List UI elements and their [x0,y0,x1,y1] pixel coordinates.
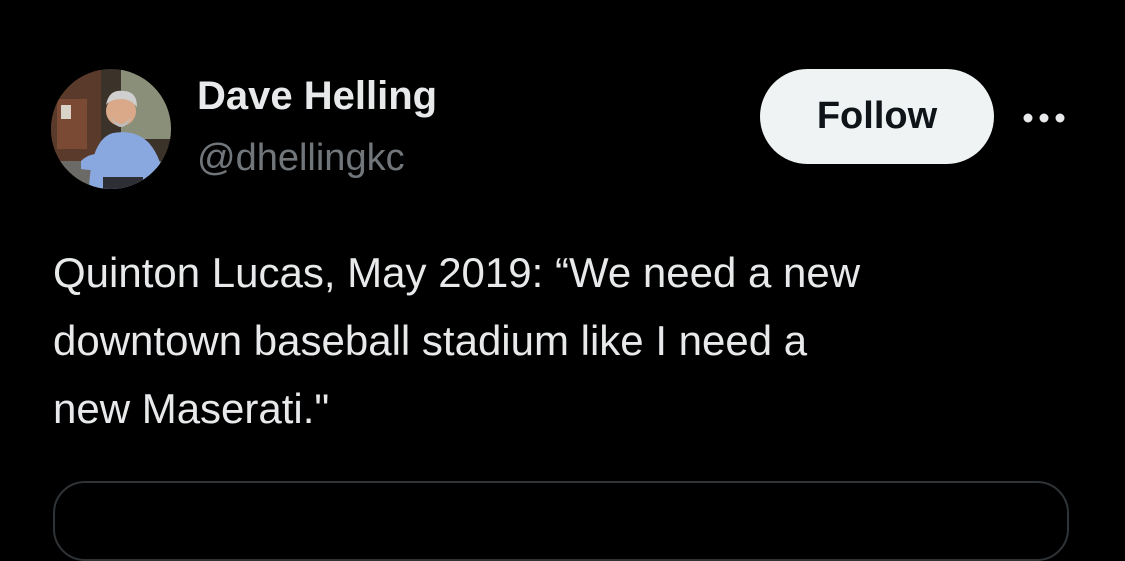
author-handle[interactable]: @dhellingkc [197,137,405,180]
more-options-button[interactable] [1016,100,1072,136]
avatar[interactable] [51,69,171,189]
quoted-tweet-card[interactable] [53,481,1069,561]
more-horizontal-icon [1023,113,1065,123]
avatar-photo [51,69,171,189]
follow-button[interactable]: Follow [760,69,994,164]
author-display-name[interactable]: Dave Helling [197,74,437,119]
tweet-text: Quinton Lucas, May 2019: “We need a new … [53,249,861,432]
